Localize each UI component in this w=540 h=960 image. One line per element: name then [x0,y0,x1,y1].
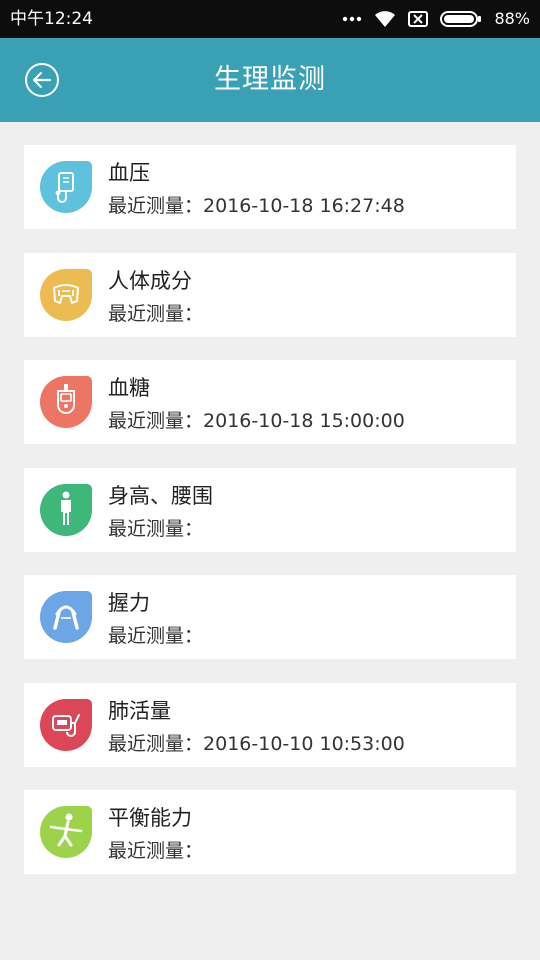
last-measured-label: 最近测量： [108,302,204,325]
measurement-list: 血压 最近测量：2016-10-18 16:27:48 人体成分 最近测量： 血… [24,145,516,898]
list-item-blood-sugar[interactable]: 血糖 最近测量：2016-10-18 15:00:00 [24,360,516,444]
last-measured: 最近测量：2016-10-18 16:27:48 [108,194,405,219]
status-time: 中午12:24 [10,9,93,29]
battery-percent: 88% [494,9,530,28]
item-title: 平衡能力 [108,806,192,830]
last-measured-value: 2016-10-10 10:53:00 [203,732,405,755]
more-dots-icon [342,16,362,22]
last-measured-value: 2016-10-18 15:00:00 [203,410,405,432]
last-measured: 最近测量：2016-10-10 10:53:00 [108,732,405,757]
last-measured-label: 最近测量： [108,732,204,755]
item-title: 人体成分 [108,268,192,293]
list-item-grip[interactable]: 握力 最近测量： [24,575,516,659]
last-measured: 最近测量： [108,624,203,649]
spirometer-icon [39,698,93,752]
list-item-balance[interactable]: 平衡能力 最近测量： [24,790,516,874]
glucometer-icon [39,375,93,429]
hand-grip-icon [39,590,93,644]
last-measured: 最近测量：2016-10-18 15:00:00 [108,409,405,434]
header-bar: 生理监测 [0,38,540,122]
last-measured-label: 最近测量： [108,625,204,647]
last-measured: 最近测量： [108,302,203,327]
last-measured-label: 最近测量： [108,517,204,540]
person-standing-icon [39,483,93,537]
body-composition-icon [39,268,93,322]
last-measured-label: 最近测量： [108,410,204,432]
item-title: 肺活量 [108,698,171,723]
list-item-blood-pressure[interactable]: 血压 最近测量：2016-10-18 16:27:48 [24,145,516,229]
blood-pressure-icon [39,160,93,214]
list-item-height-waist[interactable]: 身高、腰围 最近测量： [24,467,516,552]
item-title: 血糖 [108,376,150,400]
item-title: 身高、腰围 [108,483,213,508]
last-measured: 最近测量： [108,517,203,542]
page-title: 生理监测 [214,64,326,95]
status-bar: 中午12:24 88% [0,0,540,38]
last-measured: 最近测量： [108,839,203,864]
last-measured-label: 最近测量： [108,840,204,862]
no-sim-icon [408,10,429,28]
balance-person-icon [39,805,93,859]
item-title: 握力 [108,591,150,615]
status-icons: 88% [342,7,530,31]
item-title: 血压 [108,161,150,185]
list-item-lung-capacity[interactable]: 肺活量 最近测量：2016-10-10 10:53:00 [24,682,516,767]
battery-icon [440,10,482,28]
last-measured-value: 2016-10-18 16:27:48 [203,195,405,217]
wifi-icon [374,10,396,28]
last-measured-label: 最近测量： [108,195,204,217]
list-item-body-composition[interactable]: 人体成分 最近测量： [24,252,516,337]
